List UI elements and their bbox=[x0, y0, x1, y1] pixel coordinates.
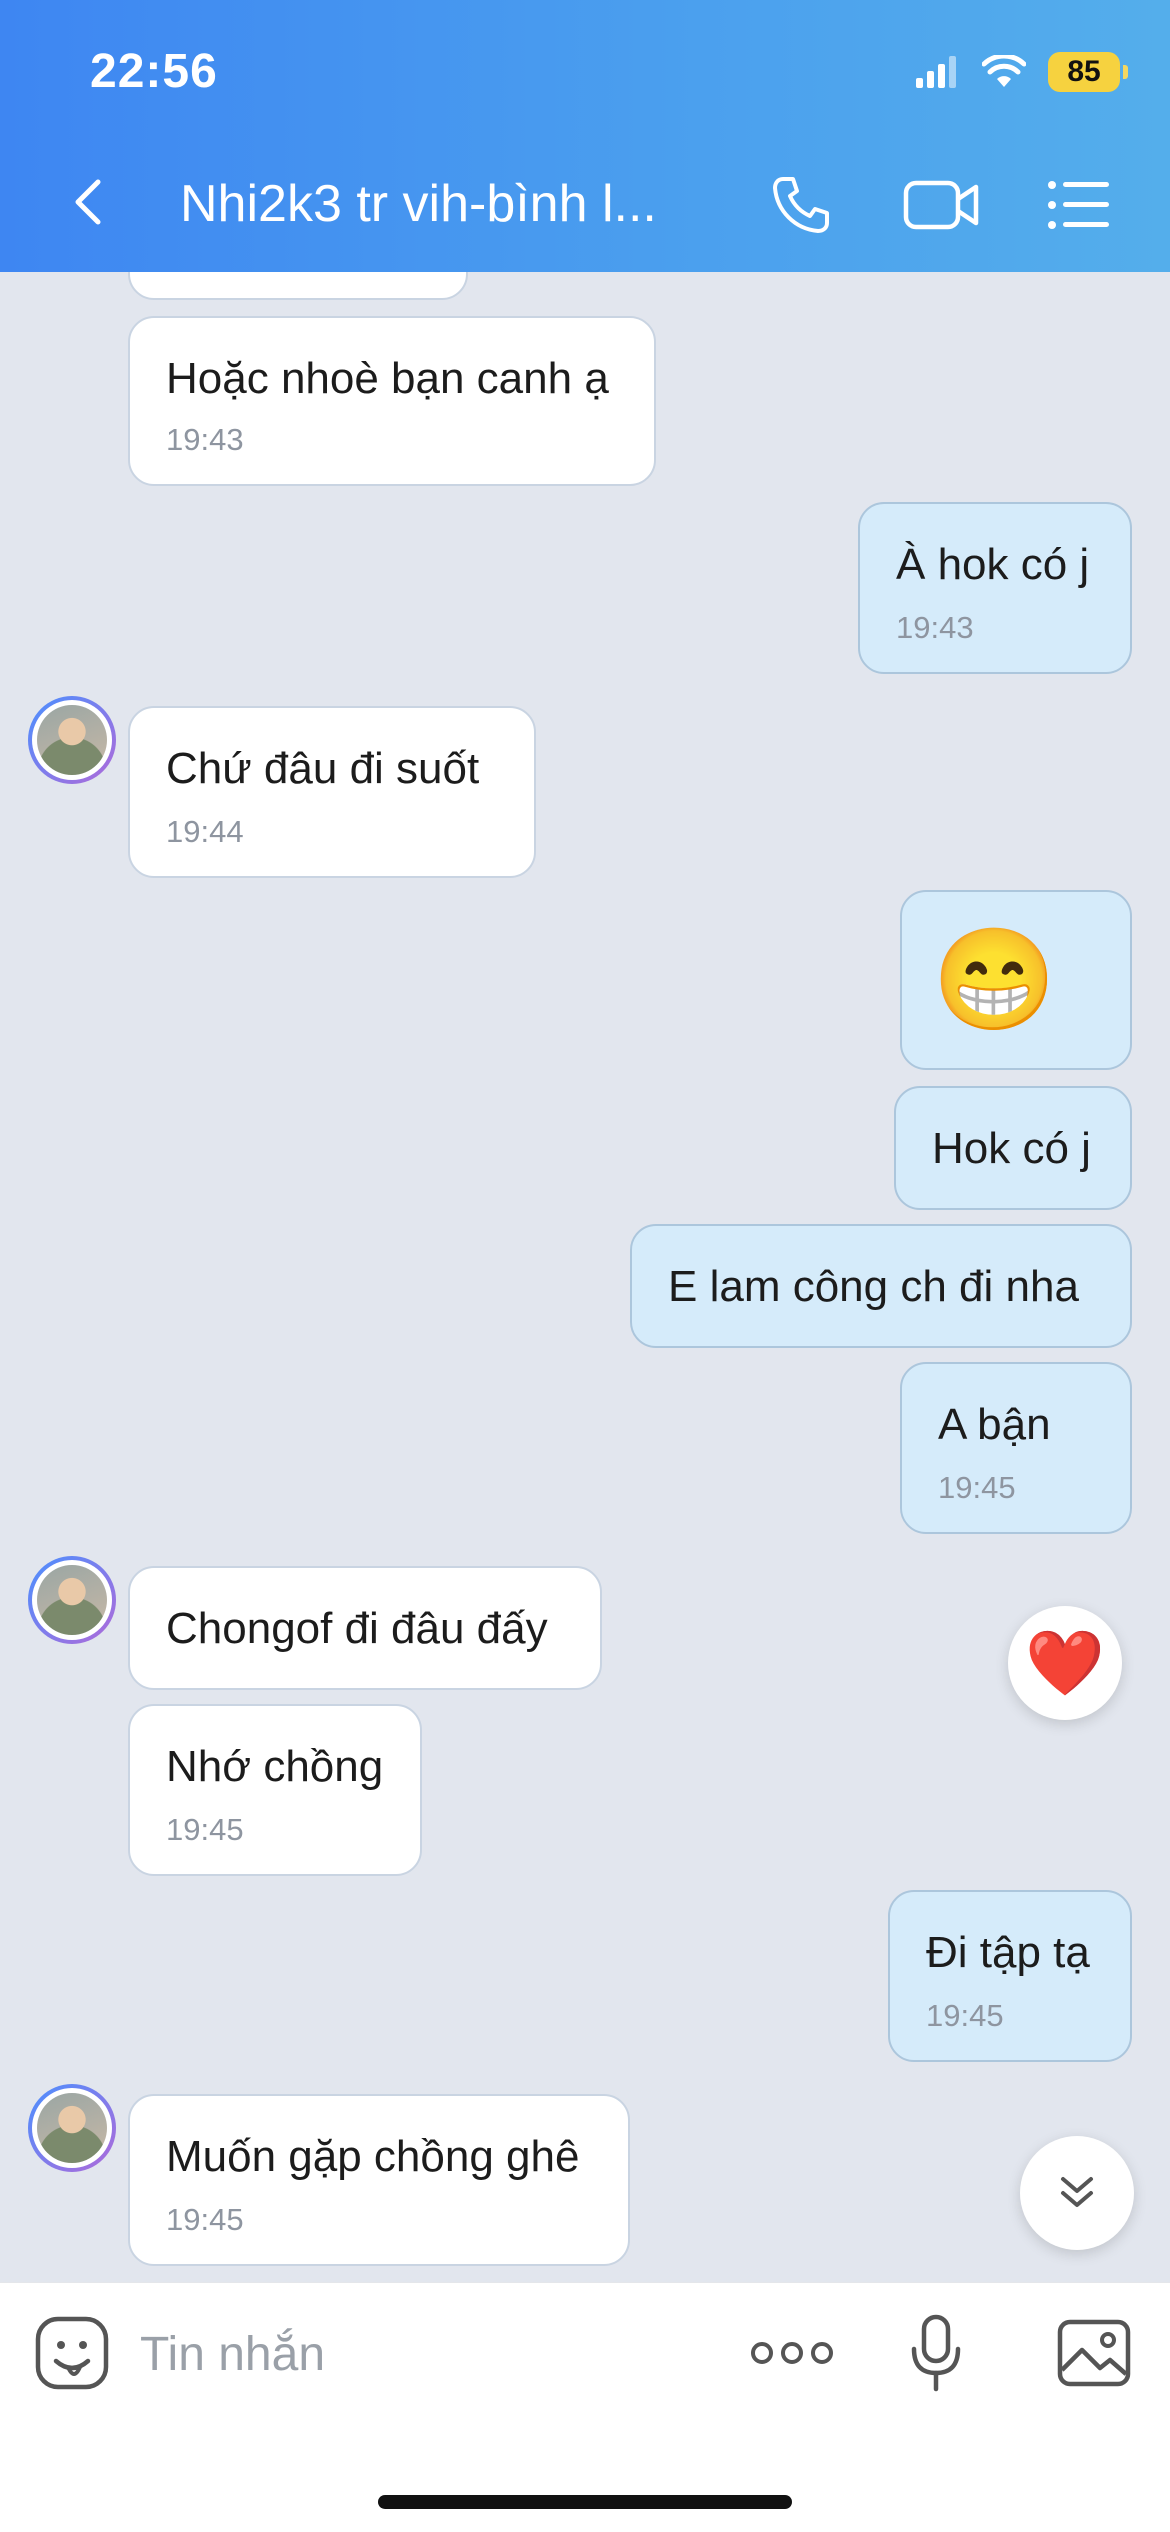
chevron-left-icon bbox=[75, 179, 101, 225]
message-bubble-partial[interactable] bbox=[128, 272, 468, 300]
grin-emoji: 😁 bbox=[932, 924, 1057, 1036]
message-bubble[interactable]: Đi tập tạ 19:45 bbox=[888, 1890, 1132, 2062]
message-bubble[interactable]: Nhớ chồng 19:45 bbox=[128, 1704, 422, 1876]
more-button[interactable] bbox=[750, 2313, 834, 2393]
message-time: 19:44 bbox=[166, 814, 244, 849]
message-input[interactable]: Tin nhắn bbox=[140, 2327, 325, 2382]
message-text: Muốn gặp chồng ghê bbox=[166, 2132, 580, 2181]
home-indicator bbox=[378, 2495, 792, 2509]
status-time: 22:56 bbox=[90, 45, 218, 98]
message-text: Nhớ chồng bbox=[166, 1742, 384, 1791]
message-bubble[interactable]: Muốn gặp chồng ghê 19:45 bbox=[128, 2094, 630, 2266]
avatar[interactable] bbox=[28, 1556, 116, 1644]
message-time: 19:45 bbox=[166, 1812, 244, 1847]
menu-button[interactable] bbox=[1044, 170, 1114, 240]
chat-header: 22:56 85 Nhi2k3 tr vih-bình l... bbox=[0, 0, 1170, 272]
message-time: 19:45 bbox=[926, 1998, 1004, 2033]
conversation-title[interactable]: Nhi2k3 tr vih-bình l... bbox=[180, 174, 710, 234]
message-time: 19:43 bbox=[896, 610, 974, 645]
image-button[interactable] bbox=[1054, 2313, 1134, 2393]
battery-indicator: 85 bbox=[1048, 52, 1128, 92]
message-text: Chứ đâu đi suốt bbox=[166, 744, 480, 793]
wifi-icon bbox=[982, 55, 1026, 87]
microphone-icon bbox=[911, 2314, 961, 2392]
sticker-message[interactable]: 😁 bbox=[900, 890, 1132, 1070]
message-bubble[interactable]: Hok có j bbox=[894, 1086, 1132, 1210]
heart-icon: ❤️ bbox=[1025, 1626, 1105, 1699]
image-icon bbox=[1057, 2319, 1131, 2387]
message-bubble[interactable]: À hok có j 19:43 bbox=[858, 502, 1132, 674]
message-bubble[interactable]: A bận 19:45 bbox=[900, 1362, 1132, 1534]
message-time: 19:45 bbox=[166, 2202, 244, 2237]
signal-icon bbox=[916, 56, 956, 88]
video-camera-icon bbox=[903, 180, 979, 230]
phone-icon bbox=[773, 177, 829, 233]
more-dots-icon bbox=[751, 2342, 833, 2364]
message-bubble[interactable]: Hoặc nhoè bạn canh ạ 19:43 bbox=[128, 316, 656, 486]
message-text: E lam công ch đi nha bbox=[668, 1262, 1079, 1311]
video-call-button[interactable] bbox=[900, 170, 984, 240]
call-button[interactable] bbox=[766, 170, 836, 240]
voice-button[interactable] bbox=[896, 2313, 976, 2393]
message-text: Hoặc nhoè bạn canh ạ bbox=[166, 354, 609, 403]
message-time: 19:45 bbox=[938, 1470, 1016, 1505]
message-text: Chongof đi đâu đấy bbox=[166, 1604, 548, 1653]
message-text: Hok có j bbox=[932, 1124, 1091, 1173]
message-bubble[interactable]: Chứ đâu đi suốt 19:44 bbox=[128, 706, 536, 878]
message-time: 19:43 bbox=[166, 422, 244, 457]
message-text: Đi tập tạ bbox=[926, 1928, 1090, 1977]
back-button[interactable] bbox=[60, 172, 120, 232]
message-text: A bận bbox=[938, 1400, 1051, 1449]
reaction-button[interactable]: ❤️ bbox=[1008, 1606, 1122, 1720]
avatar[interactable] bbox=[28, 2084, 116, 2172]
message-text: À hok có j bbox=[896, 540, 1090, 589]
sticker-button[interactable] bbox=[32, 2313, 112, 2393]
status-icons: 85 bbox=[916, 52, 1128, 92]
sticker-face-icon bbox=[35, 2316, 109, 2390]
list-menu-icon bbox=[1048, 181, 1109, 229]
message-composer: Tin nhắn bbox=[0, 2282, 1170, 2532]
message-bubble[interactable]: E lam công ch đi nha bbox=[630, 1224, 1132, 1348]
message-bubble[interactable]: Chongof đi đâu đấy bbox=[128, 1566, 602, 1690]
chevrons-down-icon bbox=[1061, 2177, 1093, 2207]
scroll-to-bottom-button[interactable] bbox=[1020, 2136, 1134, 2250]
message-list[interactable]: Hoặc nhoè bạn canh ạ 19:43 À hok có j 19… bbox=[0, 272, 1170, 2282]
avatar[interactable] bbox=[28, 696, 116, 784]
